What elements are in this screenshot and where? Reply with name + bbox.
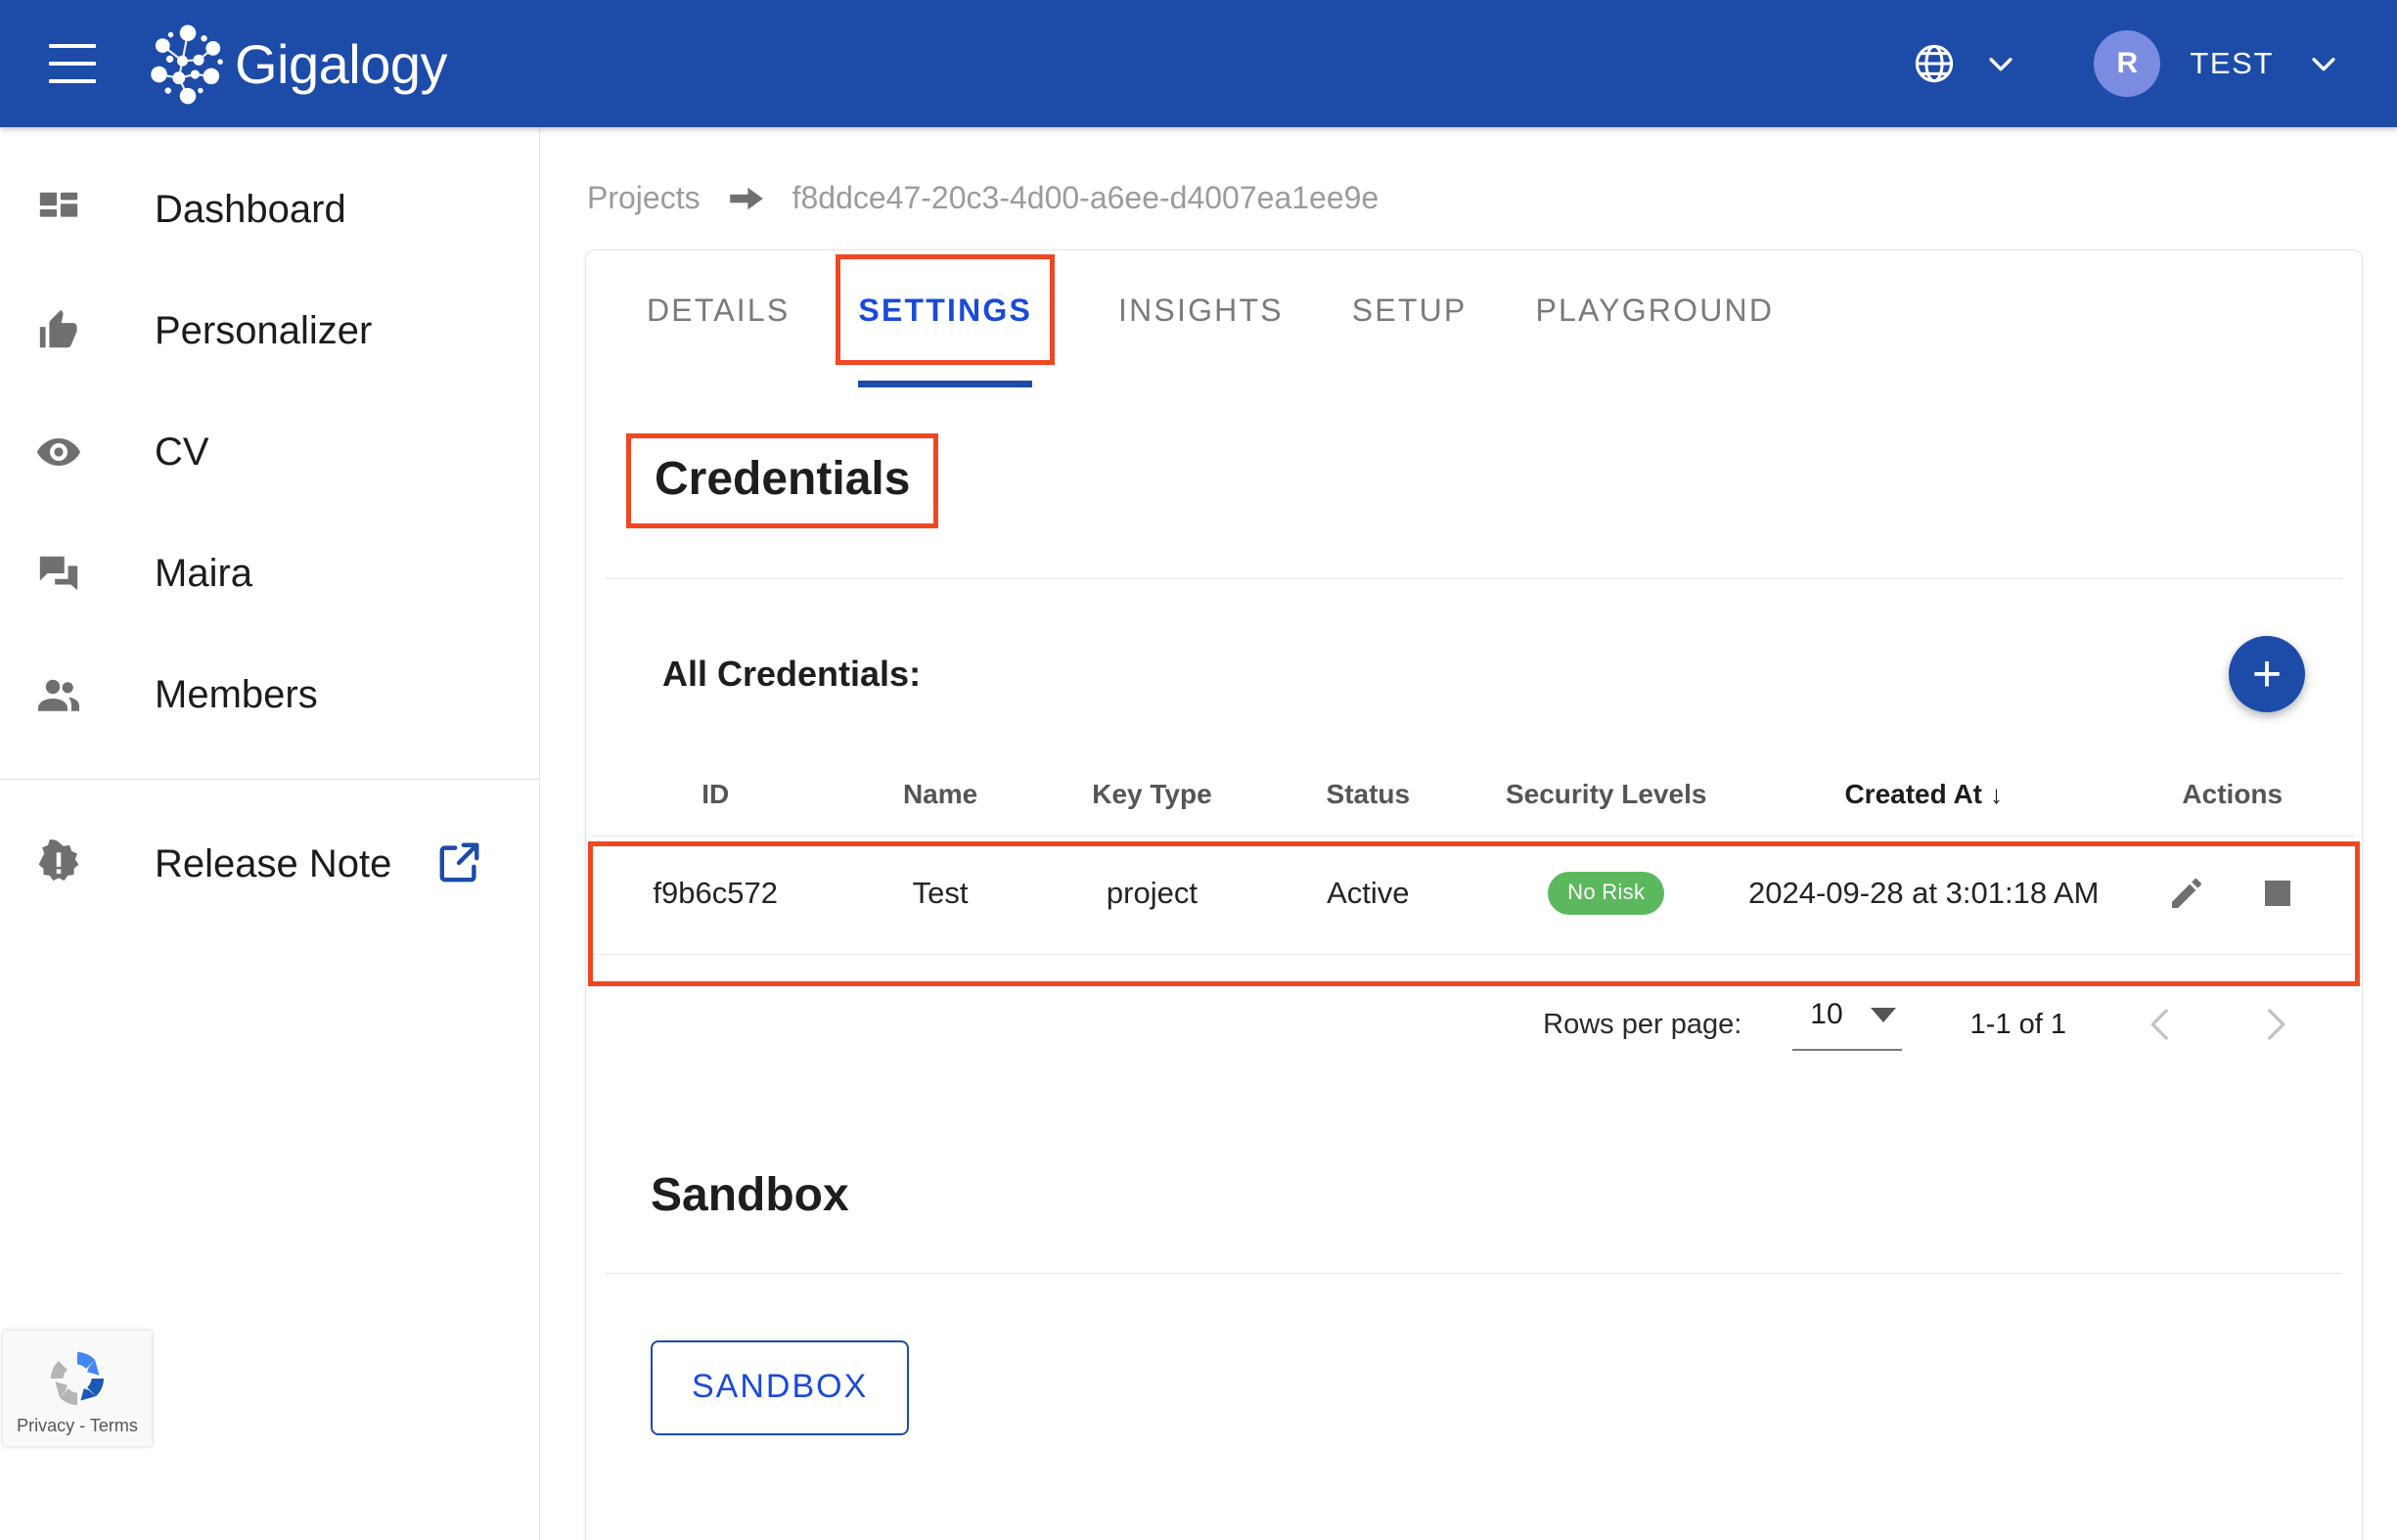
column-header-status[interactable]: Status [1262, 765, 1474, 837]
chevron-down-icon [1989, 58, 2013, 71]
cell-name: Test [838, 836, 1042, 955]
sandbox-button[interactable]: SANDBOX [651, 1340, 910, 1435]
next-page-button[interactable] [2248, 998, 2301, 1051]
pencil-icon[interactable] [2165, 872, 2208, 915]
column-header-created-at-label: Created At [1844, 779, 1982, 809]
rows-per-page-label: Rows per page: [1543, 1008, 1742, 1040]
credentials-table: ID Name Key Type Status Security Levels … [592, 765, 2356, 955]
cell-id: f9b6c572 [592, 836, 839, 955]
sidebar-item-label: Maira [155, 551, 253, 595]
pagination-range-label: 1-1 of 1 [1969, 1008, 2066, 1040]
table-pagination: Rows per page: 10 1-1 of 1 [586, 998, 2362, 1051]
chevron-down-icon [1870, 1007, 1896, 1022]
breadcrumb-projects-link[interactable]: Projects [587, 180, 701, 216]
table-body: f9b6c572 Test project Active No Risk 202… [592, 836, 2356, 955]
arrow-right-icon [729, 187, 763, 209]
credentials-table-wrapper: ID Name Key Type Status Security Levels … [586, 765, 2362, 986]
all-credentials-label: All Credentials: [662, 654, 922, 694]
tab-setup[interactable]: SETUP [1352, 259, 1468, 360]
thumb-up-icon [29, 301, 88, 360]
sidebar-divider [0, 779, 539, 780]
column-header-security-levels[interactable]: Security Levels [1473, 765, 1739, 837]
tab-details[interactable]: DETAILS [647, 259, 790, 360]
column-header-actions: Actions [2108, 765, 2356, 837]
recaptcha-badge[interactable]: Privacy - Terms [3, 1331, 152, 1446]
sidebar-item-cv[interactable]: CV [0, 391, 539, 513]
open-in-new-icon[interactable] [437, 839, 482, 889]
sidebar-item-release-note[interactable]: Release Note [0, 803, 539, 925]
sidebar: Dashboard Personalizer CV Maira Members … [0, 127, 540, 1540]
sidebar-item-dashboard[interactable]: Dashboard [0, 149, 539, 270]
sidebar-item-label: Personalizer [155, 308, 373, 352]
sidebar-nav: Dashboard Personalizer CV Maira Members … [0, 127, 539, 925]
settings-card: DETAILS SETTINGS INSIGHTS SETUP PLAYGROU… [585, 249, 2363, 1540]
user-name-label: TEST [2190, 46, 2274, 80]
recaptcha-privacy-terms[interactable]: Privacy - Terms [17, 1416, 138, 1436]
column-header-key-type[interactable]: Key Type [1041, 765, 1263, 837]
breadcrumb: Projects f8ddce47-20c3-4d00-a6ee-d4007ea… [587, 180, 2397, 216]
column-header-created-at[interactable]: Created At ↓ [1738, 765, 2109, 837]
sidebar-item-label: Release Note [155, 841, 392, 885]
breadcrumb-current-project: f8ddce47-20c3-4d00-a6ee-d4007ea1ee9e [791, 180, 1379, 215]
chat-bubbles-icon [29, 544, 88, 603]
square-glyph [2265, 881, 2291, 906]
sidebar-item-maira[interactable]: Maira [0, 513, 539, 634]
section-divider [606, 578, 2342, 579]
tab-playground[interactable]: PLAYGROUND [1535, 259, 1774, 360]
badge-alert-icon [29, 835, 88, 893]
sidebar-item-members[interactable]: Members [0, 634, 539, 755]
dashboard-icon [29, 180, 88, 239]
header-actions: R TEST [1912, 30, 2340, 97]
cell-security-level: No Risk [1473, 836, 1739, 955]
cell-key-type: project [1041, 836, 1263, 955]
table-row[interactable]: f9b6c572 Test project Active No Risk 202… [592, 836, 2356, 955]
cell-actions [2108, 836, 2356, 955]
sidebar-item-personalizer[interactable]: Personalizer [0, 270, 539, 391]
brand-logo[interactable]: Gigalogy [143, 19, 448, 109]
status-badge: No Risk [1548, 872, 1665, 915]
rows-per-page-select[interactable]: 10 [1792, 998, 1902, 1051]
add-credential-button[interactable]: + [2229, 636, 2305, 712]
sidebar-item-label: CV [155, 430, 209, 474]
people-icon [29, 665, 88, 724]
cell-created-at: 2024-09-28 at 3:01:18 AM [1738, 836, 2109, 955]
sandbox-divider [606, 1273, 2342, 1274]
sidebar-item-label: Dashboard [155, 187, 346, 231]
previous-page-button[interactable] [2135, 998, 2188, 1051]
chevron-right-icon [2268, 1009, 2285, 1040]
sort-descending-icon: ↓ [1990, 780, 2003, 809]
credentials-heading: Credentials [625, 433, 939, 528]
chevron-left-icon [2150, 1009, 2168, 1040]
recaptcha-logo-icon [51, 1351, 104, 1405]
column-header-id[interactable]: ID [592, 765, 839, 837]
column-header-name[interactable]: Name [838, 765, 1042, 837]
sidebar-item-label: Members [155, 672, 318, 716]
tab-settings[interactable]: SETTINGS [836, 253, 1056, 387]
rows-per-page-value: 10 [1810, 998, 1843, 1030]
tab-insights[interactable]: INSIGHTS [1118, 259, 1284, 360]
globe-icon [1916, 44, 1954, 83]
project-tabs: DETAILS SETTINGS INSIGHTS SETUP PLAYGROU… [586, 250, 2362, 387]
brand-name: Gigalogy [235, 32, 448, 95]
eye-icon [29, 423, 88, 481]
gigalogy-mark-icon [151, 24, 223, 105]
stop-square-icon[interactable] [2256, 872, 2299, 915]
user-menu-chevron-down-icon[interactable] [2307, 47, 2340, 80]
hamburger-menu-icon[interactable] [49, 44, 96, 83]
main-content: Projects f8ddce47-20c3-4d00-a6ee-d4007ea… [540, 127, 2397, 1540]
all-credentials-row: All Credentials: + [586, 636, 2362, 712]
avatar[interactable]: R [2094, 30, 2161, 97]
table-header-row: ID Name Key Type Status Security Levels … [592, 765, 2356, 837]
cell-status: Active [1262, 836, 1474, 955]
language-selector[interactable] [1912, 41, 2017, 86]
sandbox-heading: Sandbox [651, 1169, 849, 1221]
app-header: Gigalogy R TEST [0, 0, 2397, 127]
table-head: ID Name Key Type Status Security Levels … [592, 765, 2356, 837]
